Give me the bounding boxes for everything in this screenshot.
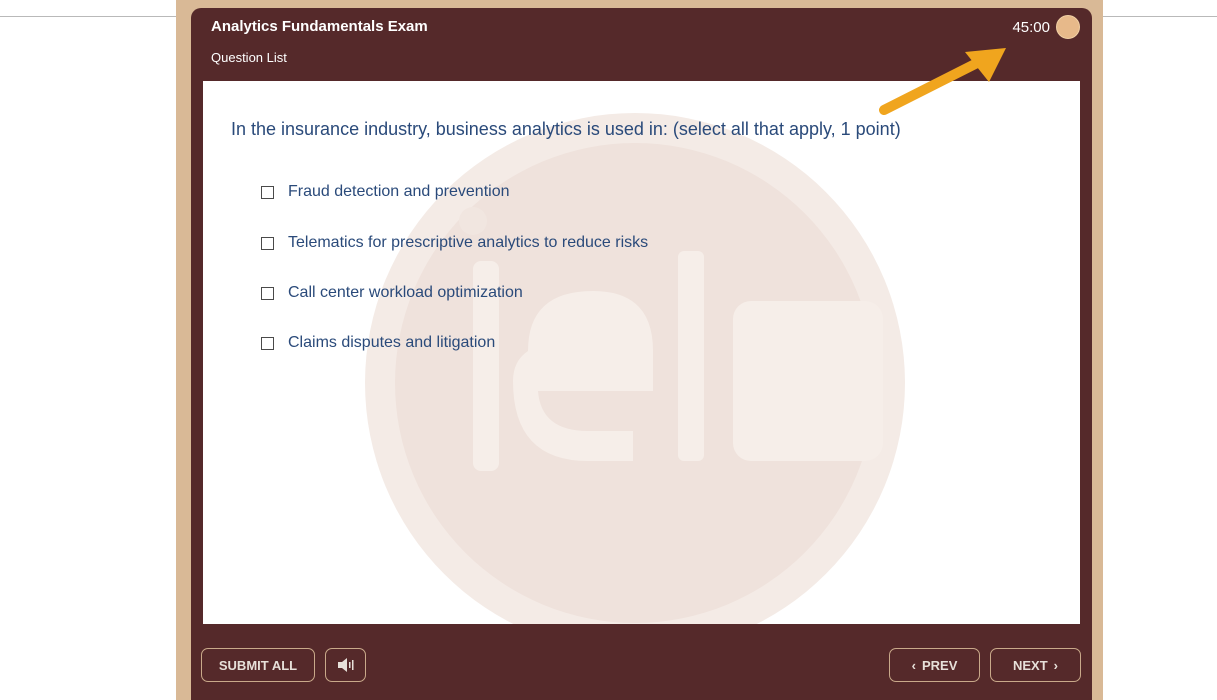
option-2-label: Telematics for prescriptive analytics to… <box>288 234 649 251</box>
exam-title: Analytics Fundamentals Exam <box>211 18 428 35</box>
audio-button[interactable] <box>325 648 366 682</box>
option-1-label: Fraud detection and prevention <box>288 183 510 200</box>
prev-button[interactable]: ‹ PREV <box>889 648 980 682</box>
watermark-logo <box>365 113 905 624</box>
exam-window: Analytics Fundamentals Exam Question Lis… <box>191 8 1092 700</box>
question-panel: In the insurance industry, business anal… <box>203 81 1080 624</box>
timer-icon <box>1056 15 1080 39</box>
option-3[interactable]: Call center workload optimization <box>261 282 523 304</box>
chevron-right-icon: › <box>1053 657 1058 673</box>
page: Analytics Fundamentals Exam Question Lis… <box>0 0 1217 700</box>
option-4-label: Claims disputes and litigation <box>288 334 496 351</box>
chevron-left-icon: ‹ <box>911 657 916 673</box>
option-1[interactable]: Fraud detection and prevention <box>261 181 509 203</box>
next-button[interactable]: NEXT › <box>990 648 1081 682</box>
option-3-checkbox[interactable] <box>261 286 274 300</box>
option-4[interactable]: Claims disputes and litigation <box>261 332 495 354</box>
submit-all-button[interactable]: SUBMIT ALL <box>201 648 315 682</box>
option-3-label: Call center workload optimization <box>288 284 523 301</box>
option-1-checkbox[interactable] <box>261 185 274 199</box>
option-2[interactable]: Telematics for prescriptive analytics to… <box>261 232 648 254</box>
speaker-icon <box>337 658 353 672</box>
prev-label: PREV <box>921 657 958 673</box>
question-text: In the insurance industry, business anal… <box>231 119 901 139</box>
option-2-checkbox[interactable] <box>261 236 274 250</box>
submit-all-label: SUBMIT ALL <box>218 657 298 673</box>
next-label: NEXT <box>1012 657 1048 673</box>
option-4-checkbox[interactable] <box>261 336 274 350</box>
timer-text: 45:00 <box>1012 19 1050 36</box>
question-list-link[interactable]: Question List <box>211 50 287 65</box>
